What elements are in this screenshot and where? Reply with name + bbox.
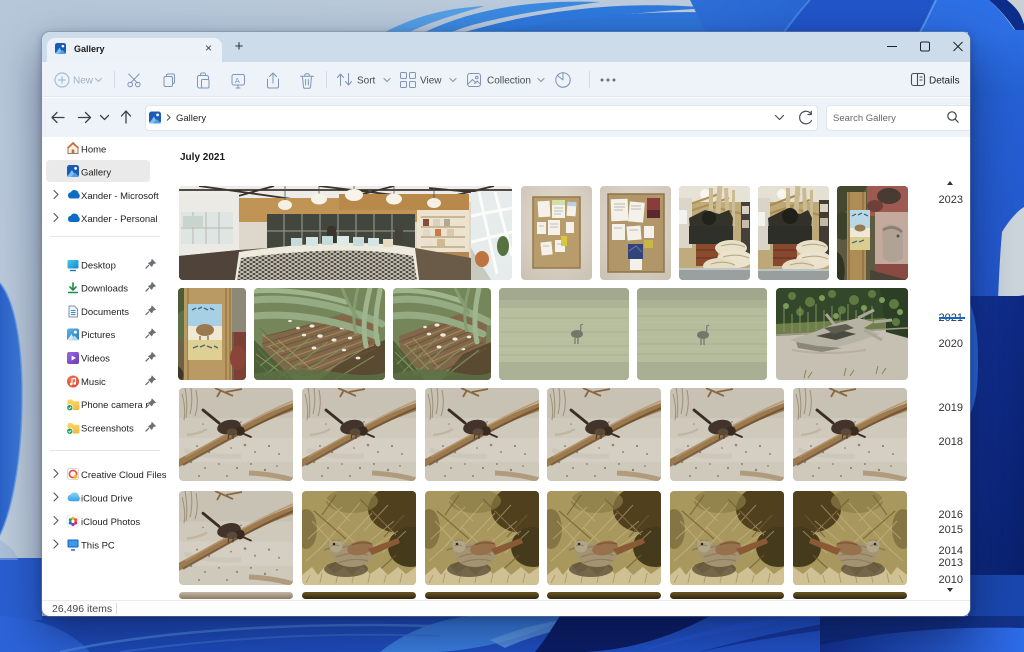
svg-text:Music: Music (81, 377, 106, 388)
svg-text:A: A (235, 76, 240, 85)
svg-text:Collection: Collection (487, 76, 531, 87)
svg-text:Home: Home (81, 145, 106, 156)
svg-text:View: View (420, 76, 442, 87)
svg-text:Xander - Personal: Xander - Personal (81, 214, 158, 225)
svg-text:Xander - Microsoft: Xander - Microsoft (81, 191, 159, 202)
svg-text:Documents: Documents (81, 307, 129, 318)
svg-text:Phone camera r: Phone camera r (81, 400, 149, 411)
svg-text:Search Gallery: Search Gallery (833, 113, 896, 124)
svg-text:Desktop: Desktop (81, 261, 116, 272)
svg-text:iCloud Photos: iCloud Photos (81, 517, 140, 528)
svg-text:Gallery: Gallery (81, 168, 111, 179)
svg-text:iCloud Drive: iCloud Drive (81, 494, 133, 505)
svg-text:Gallery: Gallery (176, 113, 206, 124)
svg-text:This PC: This PC (81, 541, 115, 552)
svg-text:Videos: Videos (81, 354, 110, 365)
svg-text:Screenshots: Screenshots (81, 424, 134, 435)
svg-text:New: New (73, 76, 94, 87)
svg-text:Downloads: Downloads (81, 284, 128, 295)
svg-text:Sort: Sort (357, 76, 376, 87)
svg-text:Details: Details (929, 76, 960, 87)
svg-text:Pictures: Pictures (81, 330, 116, 341)
svg-text:Creative Cloud Files: Creative Cloud Files (81, 470, 167, 481)
